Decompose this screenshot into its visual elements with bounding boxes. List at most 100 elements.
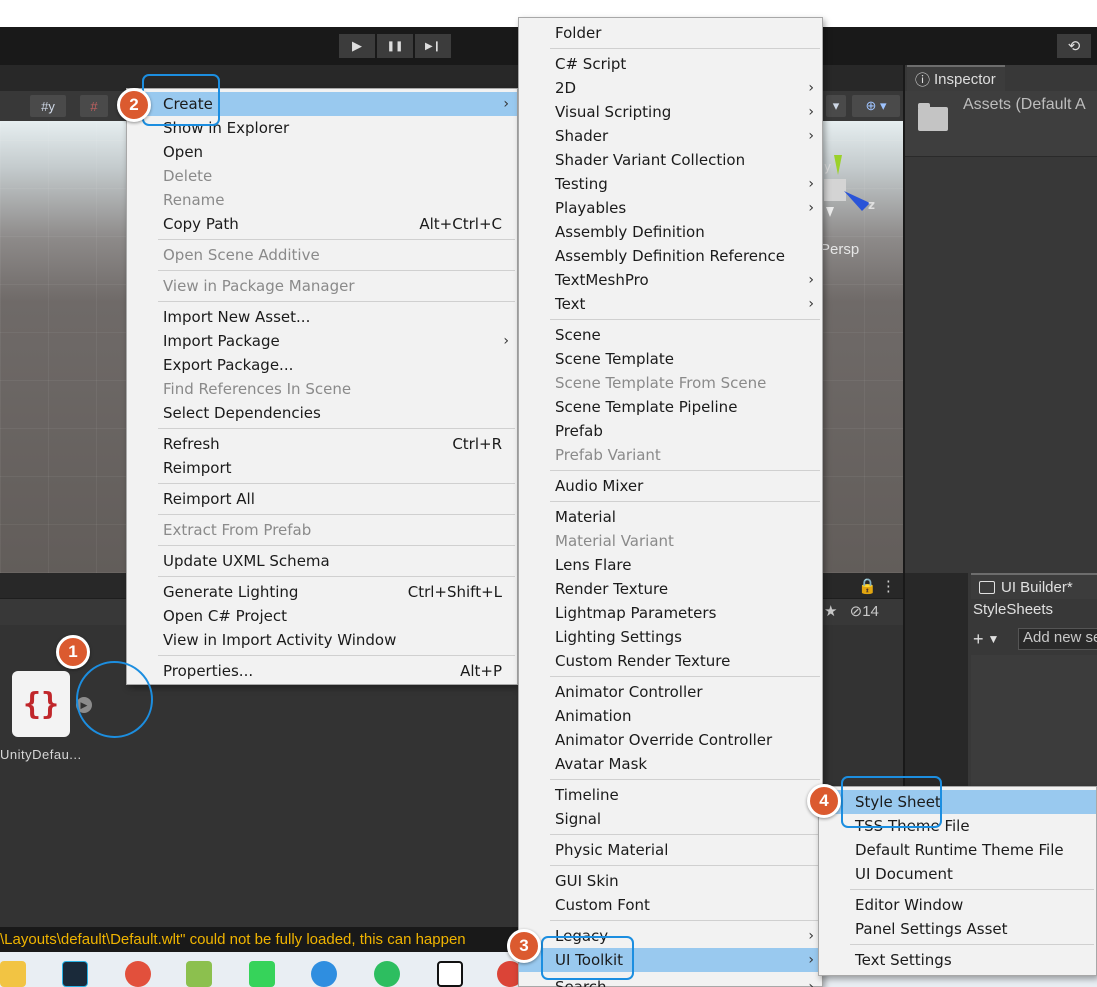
menu-item-custom-render-texture[interactable]: Custom Render Texture xyxy=(519,649,822,673)
menu-item-prefab-variant[interactable]: Prefab Variant xyxy=(519,443,822,467)
menu-item-editor-window[interactable]: Editor Window xyxy=(819,893,1096,917)
menu-item-copy-path[interactable]: Copy Path Alt+Ctrl+C xyxy=(127,212,517,236)
play-button[interactable]: ▶ xyxy=(339,34,375,58)
menu-item-testing[interactable]: Testing › xyxy=(519,172,822,196)
history-icon[interactable]: ⟲ xyxy=(1057,34,1091,58)
menu-separator xyxy=(550,834,820,835)
star-icon[interactable]: ★ xyxy=(824,603,837,620)
bandizip-icon[interactable] xyxy=(125,961,151,987)
uss-file-icon[interactable]: {} xyxy=(12,671,70,737)
menu-item-lens-flare[interactable]: Lens Flare xyxy=(519,553,822,577)
menu-label: C# Script xyxy=(555,55,627,73)
menu-item-animator-controller[interactable]: Animator Controller xyxy=(519,680,822,704)
menu-item-view-in-package-manager[interactable]: View in Package Manager xyxy=(127,274,517,298)
menu-item-avatar-mask[interactable]: Avatar Mask xyxy=(519,752,822,776)
persp-label[interactable]: Persp xyxy=(820,241,859,258)
menu-item-assembly-definition-reference[interactable]: Assembly Definition Reference xyxy=(519,244,822,268)
menu-item-extract-from-prefab[interactable]: Extract From Prefab xyxy=(127,518,517,542)
menu-item-lightmap-parameters[interactable]: Lightmap Parameters xyxy=(519,601,822,625)
menu-item-timeline[interactable]: Timeline xyxy=(519,783,822,807)
android-studio-icon[interactable] xyxy=(186,961,212,987)
menu-item-shader-variant-collection[interactable]: Shader Variant Collection xyxy=(519,148,822,172)
menu-item-properties[interactable]: Properties... Alt+P xyxy=(127,659,517,683)
snap-toggle-icon[interactable]: # xyxy=(80,95,108,117)
menu-item-csharp-script[interactable]: C# Script xyxy=(519,52,822,76)
vegas-icon[interactable] xyxy=(62,961,88,987)
menu-item-import-new-asset[interactable]: Import New Asset... xyxy=(127,305,517,329)
menu-separator xyxy=(550,501,820,502)
notion-icon[interactable] xyxy=(437,961,463,987)
menu-item-refresh[interactable]: Refresh Ctrl+R xyxy=(127,432,517,456)
menu-item-textmeshpro[interactable]: TextMeshPro › xyxy=(519,268,822,292)
menu-item-scene-template-from-scene[interactable]: Scene Template From Scene xyxy=(519,371,822,395)
file-explorer-icon[interactable] xyxy=(0,961,26,987)
menu-item-text[interactable]: Text › xyxy=(519,292,822,316)
menu-item-assembly-definition[interactable]: Assembly Definition xyxy=(519,220,822,244)
console-warning-message[interactable]: \Layouts\default\Default.wlt" could not … xyxy=(0,931,466,948)
evernote-icon[interactable] xyxy=(374,961,400,987)
menu-label: Editor Window xyxy=(855,896,964,914)
chevron-right-icon: › xyxy=(808,80,814,96)
shortcut-label: Alt+P xyxy=(460,662,502,680)
chevron-right-icon: › xyxy=(808,200,814,216)
menu-item-scene-template-pipeline[interactable]: Scene Template Pipeline xyxy=(519,395,822,419)
menu-item-ui-document[interactable]: UI Document xyxy=(819,862,1096,886)
menu-item-delete[interactable]: Delete xyxy=(127,164,517,188)
grid-toggle-icon[interactable]: #y xyxy=(30,95,66,117)
eye-slash-icon[interactable]: ⊘ xyxy=(850,603,863,620)
dolphin-icon[interactable] xyxy=(311,961,337,987)
menu-item-gui-skin[interactable]: GUI Skin xyxy=(519,869,822,893)
add-stylesheet-input[interactable]: Add new se xyxy=(1018,628,1097,650)
add-stylesheet-button[interactable]: + ▼ xyxy=(973,627,1017,651)
menu-item-import-package[interactable]: Import Package › xyxy=(127,329,517,353)
menu-item-select-dependencies[interactable]: Select Dependencies xyxy=(127,401,517,425)
menu-separator xyxy=(158,270,515,271)
camera-gizmo-icon[interactable]: ⊕ ▾ xyxy=(852,95,900,117)
gizmo-dropdown-icon[interactable]: ▾ xyxy=(826,95,846,117)
asset-label[interactable]: UnityDefau... xyxy=(0,747,82,762)
menu-item-open[interactable]: Open xyxy=(127,140,517,164)
menu-item-physic-material[interactable]: Physic Material xyxy=(519,838,822,862)
step-button[interactable]: ▶❙ xyxy=(415,34,451,58)
menu-item-playables[interactable]: Playables › xyxy=(519,196,822,220)
menu-item-reimport[interactable]: Reimport xyxy=(127,456,517,480)
menu-item-render-texture[interactable]: Render Texture xyxy=(519,577,822,601)
menu-item-shader[interactable]: Shader › xyxy=(519,124,822,148)
menu-item-update-uxml-schema[interactable]: Update UXML Schema xyxy=(127,549,517,573)
menu-item-scene-template[interactable]: Scene Template xyxy=(519,347,822,371)
tab-ui-builder[interactable]: UI Builder* xyxy=(971,573,1097,599)
menu-item-scene[interactable]: Scene xyxy=(519,323,822,347)
pause-button[interactable]: ❚❚ xyxy=(377,34,413,58)
menu-item-generate-lighting[interactable]: Generate Lighting Ctrl+Shift+L xyxy=(127,580,517,604)
menu-item-open-scene-additive[interactable]: Open Scene Additive xyxy=(127,243,517,267)
tab-inspector[interactable]: ⓘ Inspector xyxy=(907,65,1005,91)
menu-item-default-runtime-theme-file[interactable]: Default Runtime Theme File xyxy=(819,838,1096,862)
webtoon-icon[interactable] xyxy=(249,961,275,987)
menu-item-2d[interactable]: 2D › xyxy=(519,76,822,100)
menu-item-animation[interactable]: Animation xyxy=(519,704,822,728)
lock-icon[interactable]: 🔒 ⋮ xyxy=(858,577,896,595)
menu-item-signal[interactable]: Signal xyxy=(519,807,822,831)
menu-item-visual-scripting[interactable]: Visual Scripting › xyxy=(519,100,822,124)
menu-item-open-csharp-project[interactable]: Open C# Project xyxy=(127,604,517,628)
orientation-gizmo-icon[interactable]: y z xyxy=(818,155,888,225)
menu-item-audio-mixer[interactable]: Audio Mixer xyxy=(519,474,822,498)
menu-item-view-in-import-activity-window[interactable]: View in Import Activity Window xyxy=(127,628,517,652)
menu-item-panel-settings-asset[interactable]: Panel Settings Asset xyxy=(819,917,1096,941)
menu-item-export-package[interactable]: Export Package... xyxy=(127,353,517,377)
menu-item-material[interactable]: Material xyxy=(519,505,822,529)
menu-item-find-references-in-scene[interactable]: Find References In Scene xyxy=(127,377,517,401)
hidden-packages-icon[interactable]: ★ ⊘14 xyxy=(824,602,879,620)
menu-item-prefab[interactable]: Prefab xyxy=(519,419,822,443)
menu-item-custom-font[interactable]: Custom Font xyxy=(519,893,822,917)
create-submenu: Folder C# Script 2D › Visual Scripting › S… xyxy=(518,17,823,987)
menu-separator xyxy=(550,470,820,471)
menu-item-material-variant[interactable]: Material Variant xyxy=(519,529,822,553)
menu-item-animator-override-controller[interactable]: Animator Override Controller xyxy=(519,728,822,752)
menu-item-rename[interactable]: Rename xyxy=(127,188,517,212)
menu-item-reimport-all[interactable]: Reimport All xyxy=(127,487,517,511)
menu-item-lighting-settings[interactable]: Lighting Settings xyxy=(519,625,822,649)
menu-item-folder[interactable]: Folder xyxy=(519,21,822,45)
menu-label: Material Variant xyxy=(555,532,674,550)
menu-item-text-settings[interactable]: Text Settings xyxy=(819,948,1096,972)
